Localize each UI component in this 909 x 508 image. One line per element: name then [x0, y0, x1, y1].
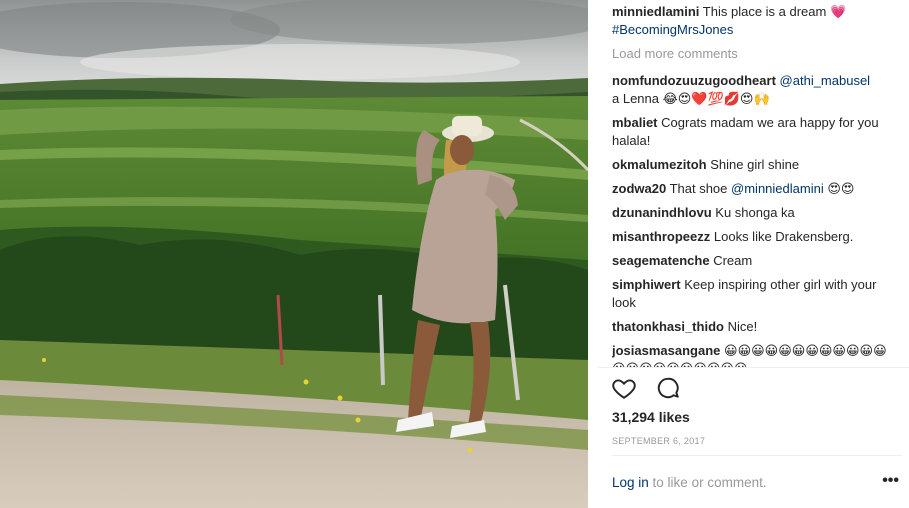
divider	[597, 367, 909, 368]
likes-count[interactable]: 31,294 likes	[612, 409, 690, 425]
comment-text: Nice!	[727, 319, 758, 334]
comment-mention[interactable]: @minniedlamini	[731, 181, 824, 196]
post-date: SEPTEMBER 6, 2017	[612, 436, 706, 446]
comment-item: seagematenche Cream	[612, 252, 897, 270]
login-prompt: Log in to like or comment.	[612, 475, 767, 490]
login-link[interactable]: Log in	[612, 475, 649, 490]
comment-text: Ku shonga ka	[715, 205, 795, 220]
caption: minniedlamini This place is a dream 💗 #B…	[612, 3, 897, 39]
heart-icon[interactable]	[611, 375, 637, 401]
comment-item: nomfundozuuzugoodheart @athi_mabusel a L…	[612, 72, 897, 108]
comment-item: mbaliet Cograts madam we ara happy for y…	[612, 114, 897, 150]
comment-text: Shine girl shine	[710, 157, 800, 172]
comment-username[interactable]: seagematenche	[612, 253, 710, 268]
action-bar	[611, 375, 695, 403]
comment-username[interactable]: mbaliet	[612, 115, 658, 130]
comment-text: Cream	[713, 253, 753, 268]
comment-mention[interactable]: @athi_mabusel	[780, 73, 871, 88]
divider	[612, 455, 902, 456]
comment-username[interactable]: thatonkhasi_thido	[612, 319, 724, 334]
comment-item: okmalumezitoh Shine girl shine	[612, 156, 897, 174]
caption-username[interactable]: minniedlamini	[612, 4, 699, 19]
comment-item: thatonkhasi_thido Nice!	[612, 318, 897, 336]
comment-item: zodwa20 That shoe @minniedlamini 😍😍	[612, 180, 897, 198]
load-more-comments-link[interactable]: Load more comments	[612, 45, 897, 63]
comment-icon[interactable]	[655, 375, 681, 401]
comment-item: simphiwert Keep inspiring other girl wit…	[612, 276, 897, 312]
comment-username[interactable]: nomfundozuuzugoodheart	[612, 73, 776, 88]
comment-username[interactable]: dzunanindhlovu	[612, 205, 712, 220]
comment-username[interactable]: simphiwert	[612, 277, 681, 292]
caption-hashtag[interactable]: #BecomingMrsJones	[612, 22, 733, 37]
comment-username[interactable]: okmalumezitoh	[612, 157, 707, 172]
comment-username[interactable]: zodwa20	[612, 181, 666, 196]
comments-list[interactable]: minniedlamini This place is a dream 💗 #B…	[612, 0, 897, 368]
post-side-panel: minniedlamini This place is a dream 💗 #B…	[597, 0, 909, 508]
comment-item: josiasmasangane 😀😀😀😀😀😀😀😀😀😀😀😀😀😀😀😀😀😀😀😀😀😀	[612, 342, 897, 368]
comment-text: That shoe	[669, 181, 728, 196]
vineyard-photo	[0, 0, 588, 508]
comment-item: dzunanindhlovu Ku shonga ka	[612, 204, 897, 222]
more-options-icon[interactable]: •••	[882, 472, 899, 490]
comment-username[interactable]: josiasmasangane	[612, 343, 720, 358]
login-prompt-text: to like or comment.	[648, 475, 767, 490]
caption-text: This place is a dream 💗	[702, 4, 847, 19]
comment-item: misanthropeezz Looks like Drakensberg.	[612, 228, 897, 246]
comment-text: Looks like Drakensberg.	[713, 229, 854, 244]
comment-username[interactable]: misanthropeezz	[612, 229, 710, 244]
post-photo[interactable]	[0, 0, 588, 508]
comment-text: a Lenna 😂😍❤️💯💋😍🙌	[612, 91, 770, 106]
comment-text-emoji: 😍😍	[827, 181, 855, 196]
